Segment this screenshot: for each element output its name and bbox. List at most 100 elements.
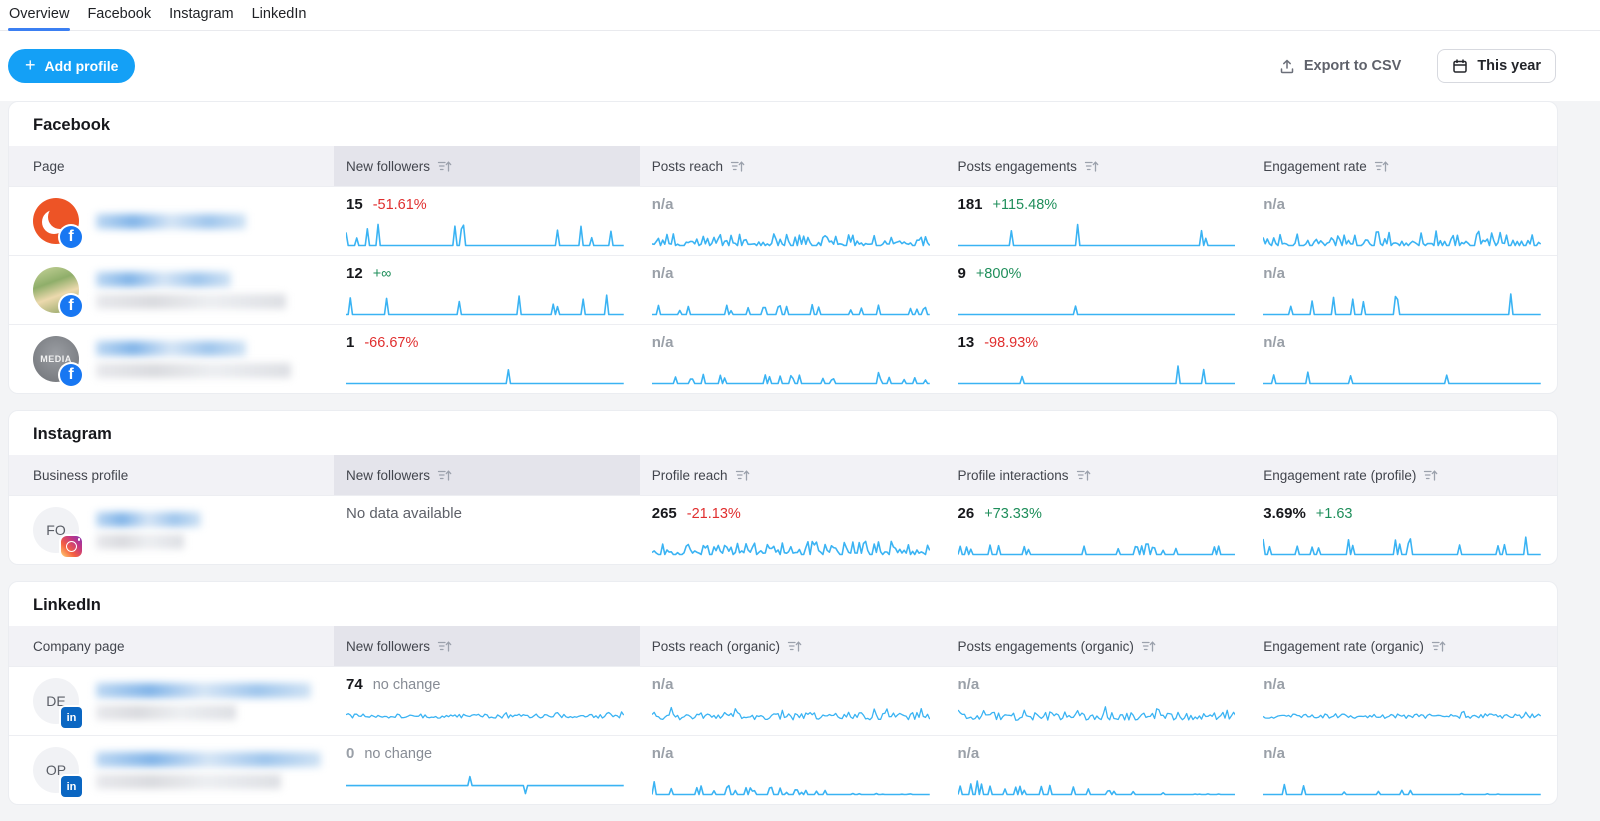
redacted-text-line (96, 294, 286, 309)
redacted-text-line (96, 512, 201, 527)
sparkline-chart (1263, 221, 1541, 247)
column-header-posts-reach-organic[interactable]: Posts reach (organic) (640, 626, 946, 666)
tab-instagram[interactable]: Instagram (168, 0, 234, 30)
avatar-initials-label: FO (46, 522, 65, 538)
metric-value: 13 (958, 334, 975, 352)
sparkline-chart (346, 359, 624, 385)
column-header-label: Engagement rate (profile) (1263, 468, 1416, 483)
metric-value: n/a (1263, 196, 1285, 214)
metric-value: n/a (1263, 265, 1285, 283)
profile-avatar: OPin (33, 747, 79, 793)
column-header-entity[interactable]: Page (9, 146, 334, 186)
tab-overview[interactable]: Overview (8, 0, 70, 30)
profile-name-redacted (96, 214, 246, 229)
toolbar: + Add profile Export to CSV This year (0, 31, 1600, 101)
sort-icon (730, 160, 745, 173)
sort-icon (1084, 160, 1099, 173)
metric-value: n/a (652, 334, 674, 352)
no-data-label: No data available (346, 505, 462, 523)
tab-linkedin[interactable]: LinkedIn (251, 0, 308, 30)
sparkline-chart (652, 290, 930, 316)
metric-delta: +115.48% (993, 196, 1058, 214)
column-header-profile-interactions[interactable]: Profile interactions (946, 455, 1252, 495)
profile-name-redacted (96, 341, 291, 378)
sparkline-chart (346, 701, 624, 727)
table-row[interactable]: f15-51.61%n/a181+115.48%n/a (9, 186, 1557, 255)
metric-delta: +∞ (373, 265, 392, 283)
sort-icon (1374, 160, 1389, 173)
metric-value: 181 (958, 196, 983, 214)
column-header-label: Engagement rate (1263, 159, 1367, 174)
column-header-label: New followers (346, 468, 430, 483)
metric-value: 3.69% (1263, 505, 1306, 523)
column-header-new-followers[interactable]: New followers (334, 146, 640, 186)
table-header-row: Page New followers Posts reach Posts eng… (9, 146, 1557, 186)
column-header-profile-reach[interactable]: Profile reach (640, 455, 946, 495)
metric-cell: 12 +∞ (334, 256, 640, 324)
table-body: f15-51.61%n/a181+115.48%n/af12+∞n/a9+800… (9, 186, 1557, 393)
table-row[interactable]: f12+∞n/a9+800%n/a (9, 255, 1557, 324)
column-header-new-followers[interactable]: New followers (334, 626, 640, 666)
add-profile-label: Add profile (45, 58, 119, 74)
column-header-engagement-rate-organic[interactable]: Engagement rate (organic) (1251, 626, 1557, 666)
facebook-badge-icon: f (60, 295, 82, 317)
metric-value: n/a (1263, 676, 1285, 694)
tab-facebook[interactable]: Facebook (86, 0, 152, 30)
metric-value: n/a (1263, 334, 1285, 352)
table-body: FONo data available265-21.13%26+73.33%3.… (9, 495, 1557, 564)
column-header-entity[interactable]: Company page (9, 626, 334, 666)
column-header-new-followers[interactable]: New followers (334, 455, 640, 495)
column-header-entity[interactable]: Business profile (9, 455, 334, 495)
metric-cell: n/a (1251, 187, 1557, 255)
metric-cell: 0no change (334, 736, 640, 804)
export-to-csv-button[interactable]: Export to CSV (1273, 57, 1407, 75)
export-label: Export to CSV (1304, 58, 1401, 74)
linkedin-badge-icon: in (61, 776, 82, 797)
table-row[interactable]: DEin74no changen/an/an/a (9, 666, 1557, 735)
redacted-text-line (96, 752, 321, 767)
redacted-text-line (96, 272, 231, 287)
column-header-posts-engagements-organic[interactable]: Posts engagements (organic) (946, 626, 1252, 666)
metric-cell: 181 +115.48% (946, 187, 1252, 255)
section-title: Instagram (9, 411, 1557, 455)
table-row[interactable]: MEDIAf1-66.67%n/a13-98.93%n/a (9, 324, 1557, 393)
facebook-section: Facebook Page New followers Posts reach … (8, 101, 1558, 394)
toolbar-right: Export to CSV This year (1273, 49, 1556, 83)
table-row[interactable]: FONo data available265-21.13%26+73.33%3.… (9, 495, 1557, 564)
redacted-text-line (96, 683, 311, 698)
metric-cell: 74no change (334, 667, 640, 735)
column-header-label: Company page (33, 639, 125, 654)
metric-cell: 26+73.33% (946, 496, 1252, 564)
column-header-engagement-rate[interactable]: Engagement rate (1251, 146, 1557, 186)
metric-value: 12 (346, 265, 363, 283)
sparkline-chart (958, 770, 1236, 796)
sort-icon (437, 160, 452, 173)
profile-cell: FO (9, 496, 334, 564)
column-header-label: Posts engagements (organic) (958, 639, 1134, 654)
date-range-label: This year (1477, 58, 1541, 74)
column-header-engagement-rate-profile[interactable]: Engagement rate (profile) (1251, 455, 1557, 495)
sparkline-chart (958, 359, 1236, 385)
column-header-label: Posts reach (organic) (652, 639, 780, 654)
date-range-button[interactable]: This year (1437, 49, 1556, 83)
table-row[interactable]: OPin0no changen/an/an/a (9, 735, 1557, 804)
metric-cell: 9+800% (946, 256, 1252, 324)
sort-icon (437, 469, 452, 482)
metric-value: n/a (958, 676, 980, 694)
sparkline-chart (958, 221, 1236, 247)
sort-icon (1423, 469, 1438, 482)
column-header-label: New followers (346, 159, 430, 174)
column-header-posts-engagements[interactable]: Posts engagements (946, 146, 1252, 186)
sparkline-chart (958, 530, 1236, 556)
sparkline-chart (652, 221, 930, 247)
metric-delta: +800% (976, 265, 1022, 283)
metric-delta: -21.13% (687, 505, 741, 523)
add-profile-button[interactable]: + Add profile (8, 49, 135, 83)
metric-cell: n/a (946, 736, 1252, 804)
linkedin-badge-icon: in (61, 707, 82, 728)
column-header-posts-reach[interactable]: Posts reach (640, 146, 946, 186)
profile-avatar: f (33, 267, 79, 313)
metric-value: n/a (1263, 745, 1285, 763)
redacted-text-line (96, 363, 291, 378)
metric-cell: n/a (1251, 325, 1557, 393)
